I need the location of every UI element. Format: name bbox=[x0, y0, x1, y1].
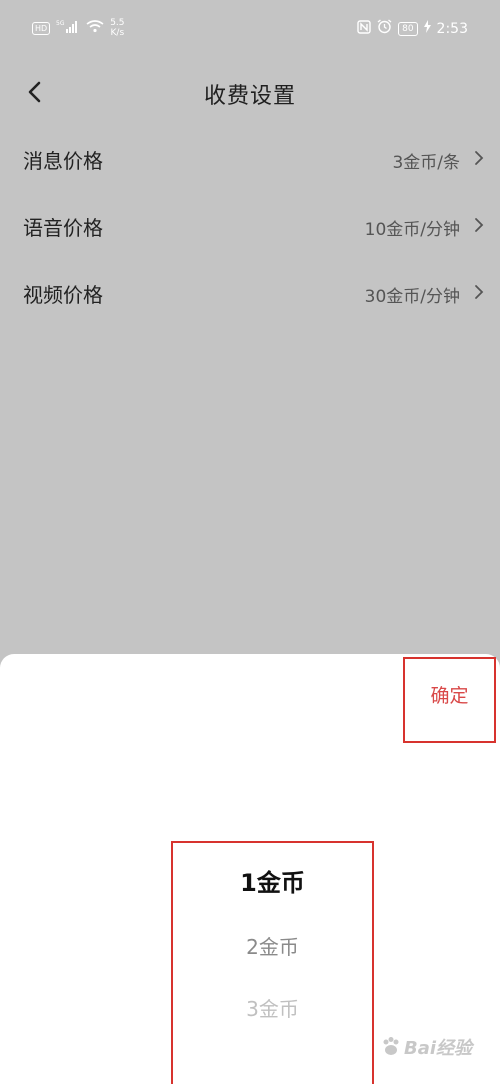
svg-text:5G: 5G bbox=[56, 20, 65, 27]
baidu-watermark: Bai经验 bbox=[380, 1030, 490, 1064]
header: 收费设置 bbox=[0, 60, 500, 124]
chevron-right-icon bbox=[475, 151, 484, 165]
price-picker-sheet: 确定 1金币 2金币 3金币 bbox=[0, 654, 500, 1084]
alarm-icon bbox=[377, 19, 392, 38]
network-speed: 5.5 K/s bbox=[110, 18, 124, 38]
price-settings-list: 消息价格 3金币/条 语音价格 10金币/分钟 视频价格 30金币/分钟 bbox=[0, 126, 500, 327]
picker-option[interactable]: 2金币 bbox=[173, 931, 372, 960]
row-label: 消息价格 bbox=[23, 149, 103, 173]
hd-badge: HD bbox=[32, 21, 51, 35]
row-value: 10金币/分钟 bbox=[364, 220, 460, 240]
message-price-row[interactable]: 消息价格 3金币/条 bbox=[0, 126, 500, 193]
chevron-right-icon bbox=[475, 285, 484, 299]
row-label: 视频价格 bbox=[23, 283, 103, 307]
row-value: 3金币/条 bbox=[392, 153, 460, 173]
battery-icon: 80 bbox=[398, 21, 418, 36]
confirm-label: 确定 bbox=[430, 685, 469, 707]
row-value: 30金币/分钟 bbox=[364, 287, 460, 307]
network-speed-unit: K/s bbox=[110, 28, 125, 38]
coin-picker-wheel[interactable]: 1金币 2金币 3金币 bbox=[171, 841, 374, 1084]
video-price-row[interactable]: 视频价格 30金币/分钟 bbox=[0, 260, 500, 327]
row-label: 语音价格 bbox=[23, 216, 103, 240]
paw-icon bbox=[383, 1037, 399, 1055]
picker-option[interactable]: 3金币 bbox=[173, 993, 372, 1022]
nfc-icon bbox=[357, 19, 371, 38]
charging-icon bbox=[423, 20, 431, 37]
watermark-text: Bai经验 bbox=[404, 1038, 473, 1059]
voice-price-row[interactable]: 语音价格 10金币/分钟 bbox=[0, 193, 500, 260]
cellular-signal-icon: 5G bbox=[56, 19, 80, 37]
picker-option-selected[interactable]: 1金币 bbox=[173, 863, 372, 898]
chevron-right-icon bbox=[475, 218, 484, 232]
status-left: HD 5G 5.5 K/s bbox=[32, 18, 125, 38]
status-time: 2:53 bbox=[436, 20, 468, 37]
page-title: 收费设置 bbox=[203, 84, 296, 109]
network-speed-value: 5.5 bbox=[110, 18, 125, 28]
confirm-button[interactable]: 确定 bbox=[403, 657, 496, 743]
status-right: 80 2:53 bbox=[357, 19, 468, 38]
status-bar: HD 5G 5.5 K/s 80 2:53 bbox=[0, 0, 500, 60]
wifi-icon bbox=[86, 19, 104, 37]
